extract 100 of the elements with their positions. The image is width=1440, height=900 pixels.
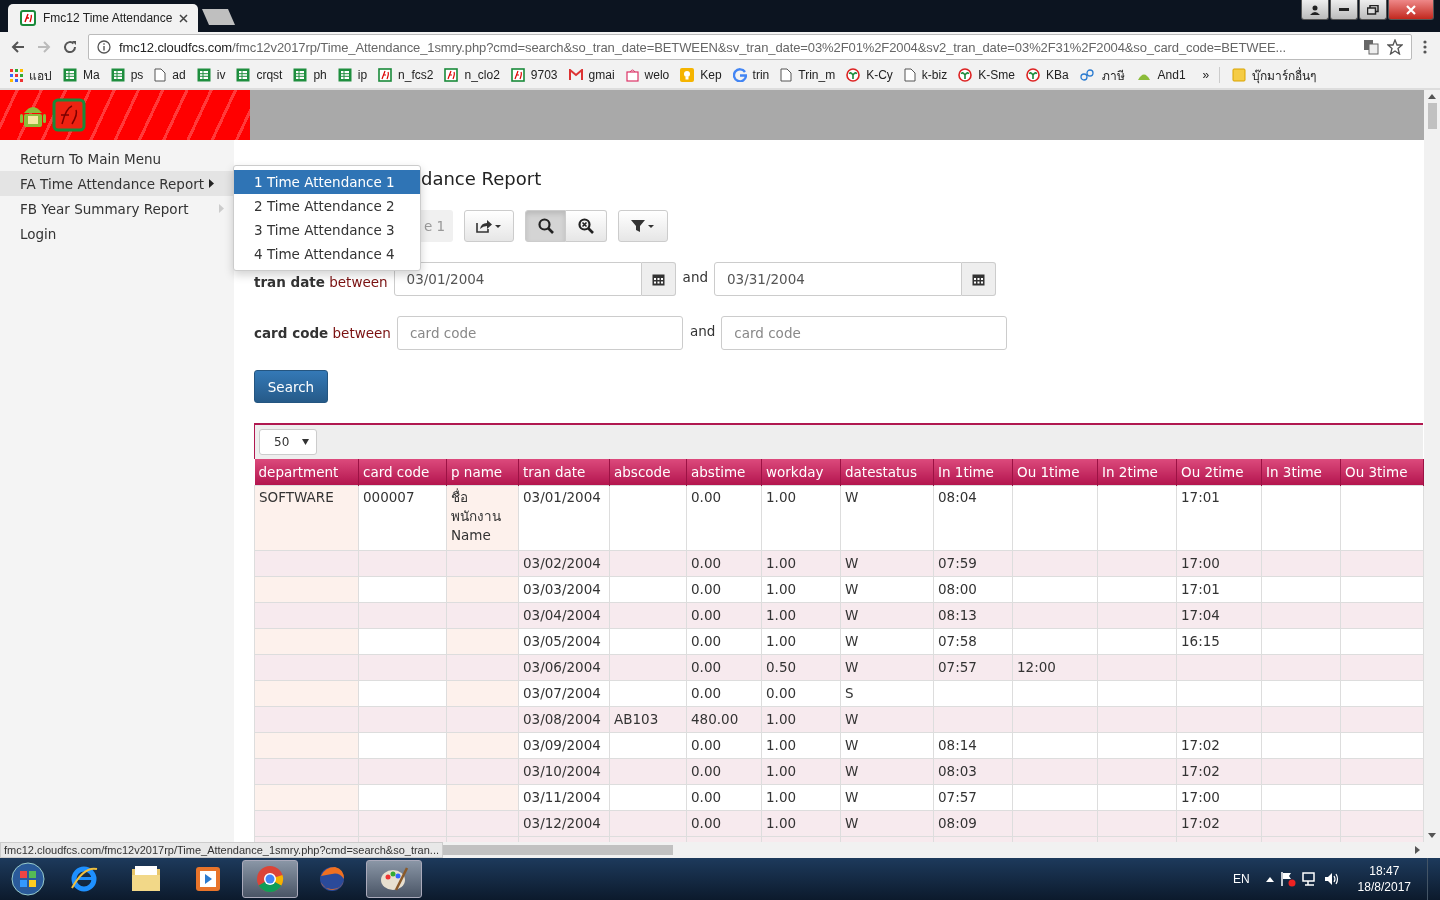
mail-icon[interactable] <box>568 69 583 81</box>
back-icon[interactable] <box>10 39 26 55</box>
column-header[interactable]: tran date <box>518 459 610 486</box>
column-header[interactable]: p name <box>446 459 519 486</box>
search-button[interactable]: Search <box>254 370 328 403</box>
bookmark[interactable]: แอป <box>29 65 52 85</box>
leaf-logo-icon[interactable] <box>846 68 861 82</box>
spreadsheet-icon[interactable] <box>236 68 251 82</box>
menu-icon[interactable] <box>1422 39 1428 55</box>
bookmark[interactable]: ph <box>313 68 327 82</box>
share-button[interactable] <box>464 210 514 242</box>
rings-icon[interactable] <box>1079 68 1096 82</box>
right-arrow-icon[interactable] <box>1415 846 1420 854</box>
bookmark[interactable]: crqst <box>256 68 283 82</box>
scroll-thumb[interactable] <box>443 845 673 855</box>
spreadsheet-icon[interactable] <box>196 68 211 82</box>
calendar-button[interactable] <box>641 262 676 296</box>
fc-logo-icon[interactable] <box>378 68 393 82</box>
filter-button[interactable] <box>618 210 668 242</box>
sidebar-item[interactable]: Return To Main Menu <box>0 146 234 171</box>
column-header[interactable]: datestatus <box>840 459 934 486</box>
user-button[interactable] <box>1301 0 1329 20</box>
show-hidden-icons-button[interactable] <box>1265 876 1274 882</box>
bookmark[interactable]: welo <box>644 68 670 82</box>
address-field[interactable]: fmc12.cloudfcs.com/fmc12v2017rp/Time_Attendance_1smry.php?cmd=search&so_tran_date=BETWEEN&sv_tran_date=03%2F01%2F2004&sv2_tran_date=03%2F31%2F2004&so_card_code=BETWEE... <box>88 34 1412 60</box>
page-size-select[interactable]: 50 <box>259 429 317 455</box>
bookmark[interactable]: K-Sme <box>978 68 1015 82</box>
spreadsheet-icon[interactable] <box>63 68 77 82</box>
page-icon[interactable] <box>780 68 793 82</box>
new-tab-button[interactable] <box>202 8 237 26</box>
bookmark[interactable]: And1 <box>1157 68 1186 82</box>
date-field[interactable]: 03/31/2004 <box>714 262 962 296</box>
scroll-thumb[interactable] <box>1427 103 1437 129</box>
bookmark[interactable]: Trin_m <box>798 68 836 82</box>
reload-icon[interactable] <box>62 39 78 55</box>
column-header[interactable]: card code <box>358 459 447 486</box>
flag-icon[interactable] <box>1279 871 1296 887</box>
bookmark[interactable]: Kep <box>700 68 722 82</box>
bookmark[interactable]: ad <box>172 68 186 82</box>
fc-logo-icon[interactable] <box>444 68 459 82</box>
spreadsheet-icon[interactable] <box>110 68 125 82</box>
column-header[interactable]: department <box>254 459 359 486</box>
column-header[interactable]: abscode <box>609 459 687 486</box>
g-logo-icon[interactable] <box>732 68 747 82</box>
leaf-logo-icon[interactable] <box>958 68 973 82</box>
bookmark[interactable]: trin <box>752 68 770 82</box>
bookmark[interactable]: n_fcs2 <box>398 68 434 82</box>
bookmark[interactable]: iv <box>216 68 226 82</box>
minimize-button[interactable] <box>1330 0 1358 20</box>
bookmark[interactable]: Ma <box>83 68 100 82</box>
date-field[interactable]: 03/01/2004 <box>393 262 642 296</box>
column-header[interactable]: In 1time <box>933 459 1013 486</box>
column-header[interactable]: workday <box>761 459 841 486</box>
down-arrow-icon[interactable] <box>1428 833 1436 838</box>
clock-date[interactable]: 18/8/2017 <box>1357 879 1411 895</box>
star-icon[interactable] <box>1387 39 1403 55</box>
column-header[interactable]: In 2time <box>1097 459 1177 486</box>
sidebar-item[interactable]: Login <box>0 221 234 246</box>
column-header[interactable]: abstime <box>686 459 762 486</box>
column-header[interactable]: Ou 1time <box>1012 459 1098 486</box>
sidebar-item[interactable]: FA Time Attendance Report <box>0 171 234 196</box>
clear-search-button[interactable] <box>566 210 607 242</box>
card-code-field[interactable]: card code <box>721 316 1008 350</box>
bookmark[interactable]: ps <box>130 68 144 82</box>
bookmark[interactable]: K-Cy <box>866 68 893 82</box>
translate-icon[interactable] <box>1363 39 1379 55</box>
bookmark[interactable]: KBa <box>1045 68 1069 82</box>
sidebar-item[interactable]: FB Year Summary Report <box>0 196 234 221</box>
spreadsheet-icon[interactable] <box>293 68 308 82</box>
close-button[interactable] <box>1388 0 1434 20</box>
bookmark[interactable]: n_clo2 <box>464 68 500 82</box>
column-header[interactable]: In 3time <box>1261 459 1341 486</box>
bookmark[interactable]: gmai <box>588 68 615 82</box>
apps-grid-icon[interactable] <box>10 68 23 82</box>
language-indicator[interactable]: EN <box>1232 872 1250 886</box>
bookmark[interactable]: ip <box>357 68 368 82</box>
search-button[interactable] <box>525 210 566 242</box>
clock-time[interactable]: 18:47 <box>1369 863 1400 879</box>
close-icon[interactable] <box>179 13 189 23</box>
volume-icon[interactable] <box>1323 871 1340 887</box>
column-header[interactable]: Ou 3time <box>1340 459 1424 486</box>
vertical-scrollbar[interactable] <box>1424 90 1440 842</box>
bookmark[interactable]: ภาษี <box>1101 65 1125 85</box>
bag-icon[interactable] <box>625 68 639 82</box>
more-bookmarks-button[interactable]: » <box>1202 68 1210 82</box>
fc-logo-icon[interactable] <box>510 68 525 82</box>
restore-button[interactable] <box>1359 0 1387 20</box>
column-header[interactable]: Ou 2time <box>1176 459 1262 486</box>
calendar-button[interactable] <box>962 262 996 296</box>
page-icon[interactable] <box>154 68 167 82</box>
card-code-field[interactable]: card code <box>396 316 683 350</box>
browser-tab[interactable]: Fmc12 Time Attendance <box>8 4 199 32</box>
leaf-logo-icon[interactable] <box>1025 68 1040 82</box>
spreadsheet-icon[interactable] <box>337 68 352 82</box>
up-arrow-icon[interactable] <box>1428 94 1436 99</box>
submenu-item[interactable]: 1 Time Attendance 1 <box>234 170 420 194</box>
other-bookmarks-folder[interactable]: บุ๊กมาร์กอื่นๆ <box>1252 65 1317 85</box>
network-icon[interactable] <box>1301 871 1318 887</box>
bookmark[interactable]: 9703 <box>530 68 558 82</box>
page-icon[interactable] <box>903 68 916 82</box>
